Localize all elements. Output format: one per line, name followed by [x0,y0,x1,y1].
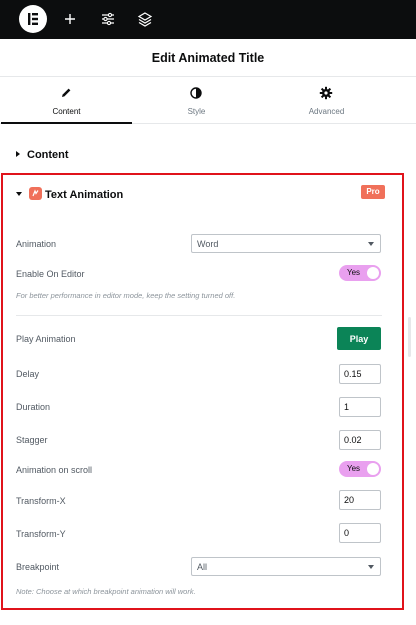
text-animation-section-toggle[interactable]: Text Animation [16,187,123,203]
plus-icon[interactable] [60,9,80,29]
stagger-input[interactable] [339,430,381,450]
sliders-icon[interactable] [98,9,118,29]
gear-icon [319,86,333,100]
animation-label: Animation [16,239,57,249]
caret-right-icon [16,151,20,157]
duration-input[interactable] [339,397,381,417]
chevron-down-icon [368,242,374,246]
animation-on-scroll-toggle[interactable]: Yes [339,461,381,477]
pro-badge: Pro [361,185,385,199]
panel-tabs: Content Style Advanced [0,77,416,124]
panel-title: Edit Animated Title [151,51,265,65]
layers-icon[interactable] [135,9,155,29]
transform-x-input[interactable] [339,490,381,510]
toggle-knob [367,463,379,475]
chevron-down-icon [368,565,374,569]
breakpoint-label: Breakpoint [16,562,60,572]
editor-note: For better performance in editor mode, k… [16,291,236,300]
tab-style-label: Style [187,107,206,116]
caret-down-icon [16,192,22,196]
divider [16,315,382,316]
tab-style[interactable]: Style [131,77,262,124]
transform-y-input[interactable] [339,523,381,543]
breakpoint-select[interactable]: All [191,557,381,576]
tab-content[interactable]: Content [1,77,132,124]
text-animation-icon [29,187,42,200]
content-section-title: Content [27,149,69,161]
enable-editor-label: Enable On Editor [16,269,85,279]
pencil-icon [59,86,73,100]
breakpoint-select-value: All [197,562,208,572]
animation-select-value: Word [197,239,219,249]
stagger-label: Stagger [16,435,48,445]
tab-content-label: Content [52,107,81,116]
transform-x-label: Transform-X [16,496,66,506]
tab-advanced[interactable]: Advanced [261,77,392,124]
enable-editor-toggle-text: Yes [347,268,361,277]
scroll-toggle-text: Yes [347,464,361,473]
play-animation-label: Play Animation [16,334,76,344]
tab-advanced-label: Advanced [308,107,345,116]
duration-label: Duration [16,402,51,412]
animation-select[interactable]: Word [191,234,381,253]
text-animation-title: Text Animation [45,189,124,201]
transform-y-label: Transform-Y [16,529,66,539]
panel-header: Edit Animated Title [0,39,416,77]
elementor-logo-icon[interactable] [19,5,47,33]
content-section-toggle[interactable]: Content [16,149,69,165]
top-toolbar [0,0,416,39]
play-button[interactable]: Play [337,327,381,350]
breakpoint-note: Note: Choose at which breakpoint animati… [16,587,196,596]
delay-input[interactable] [339,364,381,384]
toggle-knob [367,267,379,279]
scrollbar[interactable] [408,317,411,357]
half-circle-icon [189,86,203,100]
delay-label: Delay [16,369,40,379]
enable-editor-toggle[interactable]: Yes [339,265,381,281]
scroll-label: Animation on scroll [16,465,93,475]
